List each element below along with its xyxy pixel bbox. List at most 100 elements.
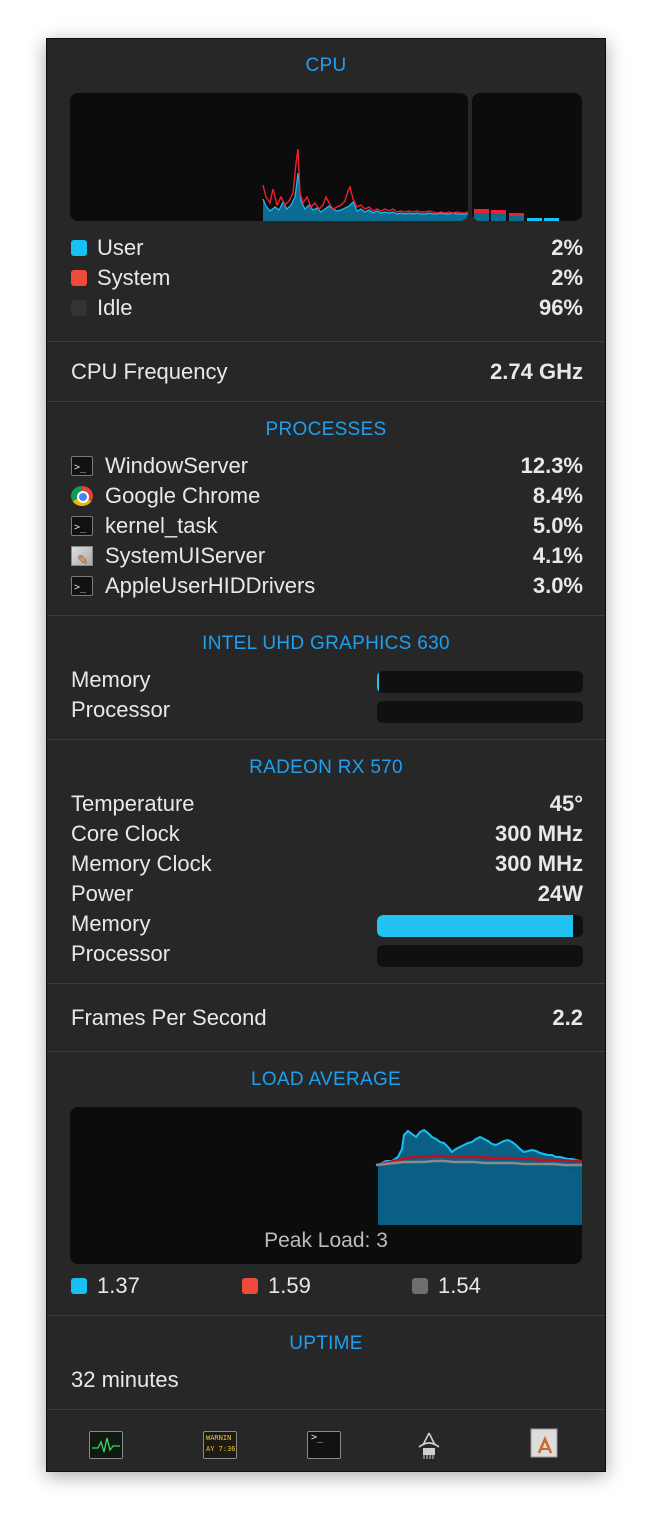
process-row[interactable]: SystemUIServer 4.1%	[71, 541, 583, 575]
load-average-graph: Peak Load: 3	[70, 1107, 582, 1264]
radeon-processor-bar	[377, 945, 583, 967]
process-name: Google Chrome	[105, 483, 261, 508]
cpu-system-value: 2%	[551, 265, 583, 290]
radeon-temperature-value: 45°	[549, 791, 583, 816]
cpu-legend-system: System 2%	[71, 263, 583, 293]
radeon-power-row: Power 24W	[71, 879, 583, 909]
process-cpu: 4.1%	[532, 543, 583, 568]
cpu-heading: CPU	[305, 55, 347, 76]
system-swatch	[71, 270, 87, 286]
divider	[47, 1409, 605, 1410]
process-cpu: 12.3%	[520, 453, 583, 478]
idle-swatch	[71, 300, 87, 316]
peak-load-label: Peak Load: 3	[264, 1229, 388, 1252]
intel-gpu-processor-bar	[377, 701, 583, 723]
fps-value: 2.2	[552, 1005, 583, 1030]
radeon-memory-clock-row: Memory Clock 300 MHz	[71, 849, 583, 879]
console-icon[interactable]: WARNIN AY 7:36	[203, 1431, 237, 1459]
terminal-icon	[71, 453, 93, 483]
cpu-user-label: User	[97, 235, 144, 260]
chrome-icon	[71, 486, 93, 506]
console-icon-text-top: WARNIN	[206, 1434, 232, 1442]
activity-monitor-icon[interactable]	[89, 1431, 123, 1459]
processes-heading: PROCESSES	[265, 419, 387, 440]
process-name: kernel_task	[105, 513, 218, 538]
radeon-memory-fill	[377, 915, 573, 937]
console-icon-text-bottom: AY 7:36	[206, 1445, 236, 1453]
user-swatch	[71, 240, 87, 256]
radeon-core-clock-row: Core Clock 300 MHz	[71, 819, 583, 849]
process-name: WindowServer	[105, 453, 249, 478]
cpu-frequency-value: 2.74 GHz	[490, 359, 583, 384]
divider	[47, 401, 605, 402]
radeon-processor-row: Processor	[71, 939, 583, 969]
load-1min-swatch	[71, 1278, 87, 1294]
terminal-icon	[71, 573, 93, 603]
process-row[interactable]: AppleUserHIDDrivers 3.0%	[71, 571, 583, 603]
system-information-icon[interactable]	[413, 1431, 445, 1459]
load-average-heading: LOAD AVERAGE	[250, 1069, 402, 1090]
cpu-legend-user: User 2%	[71, 233, 583, 263]
radeon-gpu-heading: RADEON RX 570	[249, 757, 403, 778]
istat-menu-panel: CPU User 2% System 2% Idle 96% CPU Frequ…	[46, 38, 606, 1472]
cpu-frequency-label: CPU Frequency	[71, 359, 228, 384]
fps-label: Frames Per Second	[71, 1005, 267, 1030]
divider	[47, 739, 605, 740]
radeon-processor-label: Processor	[71, 941, 171, 966]
divider	[47, 341, 605, 342]
radeon-power-label: Power	[71, 881, 134, 906]
process-row[interactable]: kernel_task 5.0%	[71, 511, 583, 543]
terminal-icon[interactable]: >_	[307, 1431, 341, 1459]
radeon-core-clock-value: 300 MHz	[494, 821, 583, 846]
load-1min-value: 1.37	[97, 1273, 140, 1298]
load-15min-swatch	[412, 1278, 428, 1294]
process-cpu: 8.4%	[532, 483, 583, 508]
uptime-heading: UPTIME	[289, 1333, 363, 1354]
load-5min-value: 1.59	[268, 1273, 311, 1298]
cpu-system-label: System	[97, 265, 171, 290]
cpu-core-bars	[472, 93, 582, 221]
intel-gpu-memory-label: Memory	[71, 667, 151, 692]
process-cpu: 5.0%	[532, 513, 583, 538]
divider	[47, 1315, 605, 1316]
divider	[47, 983, 605, 984]
system-ui-server-icon[interactable]	[529, 1427, 561, 1459]
divider	[47, 1051, 605, 1052]
process-row[interactable]: Google Chrome 8.4%	[71, 481, 583, 511]
intel-gpu-processor-label: Processor	[71, 697, 171, 722]
radeon-power-value: 24W	[537, 881, 583, 906]
system-ui-server-icon	[71, 545, 93, 575]
uptime-row: 32 minutes	[71, 1365, 583, 1395]
intel-gpu-memory-bar	[377, 671, 583, 693]
process-row[interactable]: WindowServer 12.3%	[71, 451, 583, 483]
fps-row: Frames Per Second 2.2	[71, 1003, 583, 1033]
cpu-history-graph	[70, 93, 468, 221]
cpu-user-value: 2%	[551, 235, 583, 260]
intel-gpu-heading: INTEL UHD GRAPHICS 630	[202, 633, 450, 654]
radeon-temperature-label: Temperature	[71, 791, 195, 816]
cpu-idle-value: 96%	[538, 295, 583, 320]
load-15min-value: 1.54	[438, 1273, 481, 1298]
load-average-1min: 1.37	[71, 1271, 231, 1301]
radeon-core-clock-label: Core Clock	[71, 821, 180, 846]
radeon-temperature-row: Temperature 45°	[71, 789, 583, 819]
load-average-15min: 1.54	[412, 1271, 572, 1301]
radeon-memory-clock-value: 300 MHz	[494, 851, 583, 876]
process-name: AppleUserHIDDrivers	[105, 573, 316, 598]
load-average-5min: 1.59	[242, 1271, 402, 1301]
process-name: SystemUIServer	[105, 543, 266, 568]
radeon-memory-bar	[377, 915, 583, 937]
intel-gpu-memory-row: Memory	[71, 665, 583, 695]
terminal-icon	[71, 513, 93, 543]
radeon-memory-clock-label: Memory Clock	[71, 851, 212, 876]
divider	[47, 615, 605, 616]
process-cpu: 3.0%	[532, 573, 583, 598]
intel-gpu-memory-fill	[377, 671, 380, 693]
cpu-legend-idle: Idle 96%	[71, 293, 583, 323]
cpu-idle-label: Idle	[97, 295, 133, 320]
radeon-memory-label: Memory	[71, 911, 151, 936]
cpu-frequency-row: CPU Frequency 2.74 GHz	[71, 357, 583, 387]
load-5min-swatch	[242, 1278, 258, 1294]
radeon-memory-row: Memory	[71, 909, 583, 939]
intel-gpu-processor-row: Processor	[71, 695, 583, 725]
